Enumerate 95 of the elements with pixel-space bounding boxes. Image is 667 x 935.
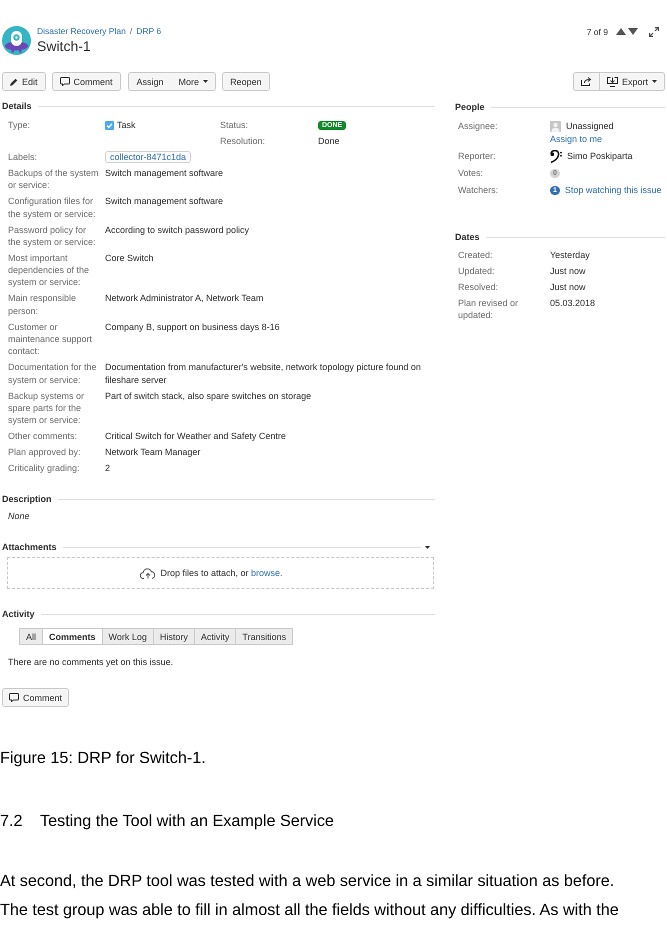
section-heading: Details: [2, 100, 32, 112]
expand-icon[interactable]: [649, 26, 659, 36]
field-value: Switch management software: [105, 168, 224, 178]
date-value: Just now: [550, 266, 586, 276]
user-avatar-icon: [550, 121, 561, 132]
date-value: Just now: [550, 282, 586, 292]
field-value: Company B, support on business days 8-16: [105, 322, 280, 332]
field-label: Assignee:: [458, 121, 498, 131]
field-label: Reporter:: [458, 151, 496, 161]
field-value: Done: [318, 136, 340, 146]
stop-watching-link[interactable]: Stop watching this issue: [564, 184, 662, 197]
field-label: Resolution:: [220, 136, 266, 146]
field-label: Backup systems or spare parts for the system or service:: [8, 390, 84, 426]
field-label: Documentation for the system or service:: [8, 362, 97, 385]
body-paragraph: At second, the DRP tool was tested with a web service in a similar situation as before. The test group was able to fill in almost all the fields without any difficulties. As with the: [0, 870, 620, 921]
field-label: Created:: [458, 250, 493, 260]
caret-icon[interactable]: [425, 546, 430, 549]
issue-title: Switch-1: [37, 37, 91, 55]
reporter-name: Simo Poskiparta: [567, 150, 633, 163]
activity-tab[interactable]: Comments: [43, 628, 103, 646]
empty-comments-message: There are no comments yet on this issue.: [8, 657, 174, 668]
bass-clef-icon: [550, 150, 562, 163]
field-value: Core Switch: [105, 252, 154, 263]
label-tag[interactable]: collector-8471c1da: [105, 150, 192, 163]
assignee-name: Unassigned: [566, 120, 614, 133]
file-drop-zone[interactable]: Drop files to attach, or browse.: [7, 557, 434, 590]
field-label: Labels:: [8, 152, 38, 162]
pager-text: 7 of 9: [586, 26, 608, 36]
project-avatar-icon: [2, 26, 31, 55]
section-number: 7.2: [0, 812, 23, 830]
field-value: Switch management software: [105, 196, 224, 206]
caret-icon: [203, 80, 208, 83]
date-value: Yesterday: [550, 250, 590, 260]
breadcrumb-link[interactable]: Disaster Recovery Plan: [37, 26, 126, 37]
field-label: Watchers:: [458, 185, 498, 195]
field-label: Updated:: [458, 266, 495, 276]
share-icon: [580, 77, 592, 86]
down-arrow-icon[interactable]: [628, 28, 638, 35]
speech-bubble-icon: [60, 77, 70, 86]
comment-button[interactable]: Comment: [2, 688, 70, 708]
field-value: Part of switch stack, also spare switches on storage: [105, 390, 312, 401]
section-heading: Description: [2, 493, 52, 506]
field-label: Plan approved by:: [8, 447, 81, 458]
share-button[interactable]: [572, 72, 600, 91]
field-label: Plan revised or updated:: [458, 298, 518, 320]
activity-tab[interactable]: Work Log: [102, 628, 154, 646]
caret-icon: [652, 80, 657, 83]
date-value: 05.03.2018: [550, 298, 596, 308]
section-heading: People: [455, 101, 485, 113]
field-value: According to switch password policy: [105, 224, 250, 235]
reopen-button[interactable]: Reopen: [222, 72, 270, 91]
field-value: 2: [105, 463, 110, 474]
more-button[interactable]: More: [172, 72, 216, 91]
figure-caption: Figure 15: DRP for Switch-1.: [0, 748, 206, 768]
field-label: Votes:: [458, 168, 484, 178]
section-heading: Attachments: [2, 541, 57, 554]
up-arrow-icon[interactable]: [616, 28, 626, 35]
field-label: Main responsible person:: [8, 293, 76, 316]
field-label: Most important dependencies of the system or service:: [8, 252, 90, 288]
assign-button[interactable]: Assign: [128, 72, 172, 91]
section-heading: Activity: [2, 608, 35, 620]
pencil-icon: [10, 78, 18, 86]
field-label: Password policy for the system or service:: [8, 224, 96, 247]
comment-button[interactable]: Comment: [52, 72, 121, 91]
field-label: Status:: [220, 120, 248, 130]
download-icon: [606, 76, 618, 86]
field-value: Documentation from manufacturer's website, network topology picture found on fileshare server: [105, 362, 421, 385]
field-label: Resolved:: [458, 282, 498, 292]
description-text: None: [8, 511, 30, 522]
browse-link[interactable]: browse.: [251, 568, 283, 578]
drop-zone-text: Drop files to attach, or browse.: [160, 567, 283, 580]
activity-tab[interactable]: Transitions: [236, 628, 294, 646]
field-label: Customer or maintenance support contact:: [8, 322, 92, 356]
field-label: Type:: [8, 120, 30, 130]
field-label: Backups of the system or service:: [8, 168, 99, 190]
activity-tab[interactable]: History: [154, 628, 195, 646]
activity-tab[interactable]: Activity: [194, 628, 236, 646]
speech-bubble-icon: [9, 693, 19, 702]
field-label: Criticality grading:: [8, 463, 80, 474]
breadcrumb-link[interactable]: DRP 6: [136, 26, 162, 37]
field-label: Other comments:: [8, 431, 78, 442]
cloud-upload-icon: [140, 568, 156, 579]
assign-to-me-link[interactable]: Assign to me: [550, 133, 602, 146]
field-value: Critical Switch for Weather and Safety Centre: [105, 431, 286, 442]
section-heading: Dates: [455, 231, 480, 243]
field-label: Configuration files for the system or service:: [8, 196, 96, 219]
export-button[interactable]: Export: [600, 72, 665, 91]
task-check-icon: [105, 120, 114, 130]
edit-button[interactable]: Edit: [2, 72, 46, 91]
field-value: Task: [117, 119, 136, 132]
activity-tab[interactable]: All: [19, 628, 44, 646]
field-value: Network Administrator A, Network Team: [105, 293, 264, 304]
breadcrumb-separator: /: [130, 26, 132, 37]
section-title: Testing the Tool with an Example Service: [40, 812, 334, 831]
field-value: Network Team Manager: [105, 447, 200, 458]
